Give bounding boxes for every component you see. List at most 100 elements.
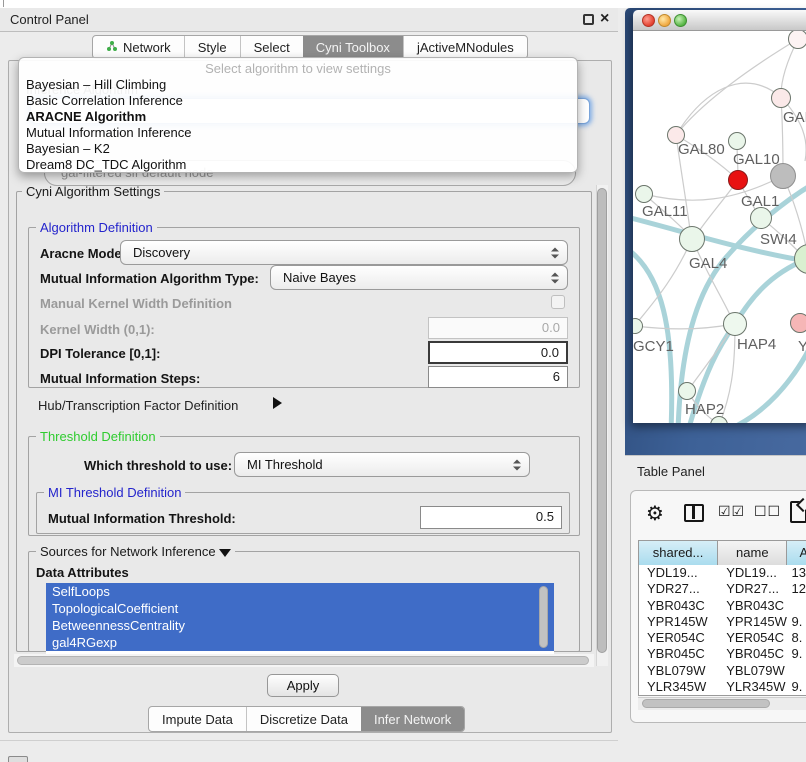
network-edge [635, 324, 733, 329]
tab-style[interactable]: Style [184, 36, 240, 58]
attribute-item[interactable]: BetweennessCentrality [46, 617, 554, 634]
network-view-window[interactable]: GALGAL80GAL10GAL1GAL11SWI4GAL4GCY1HAP4YH… [633, 10, 806, 423]
algorithm-option[interactable]: ARACNE Algorithm [19, 109, 577, 125]
close-traffic-light-icon[interactable] [642, 14, 655, 27]
network-node-gal[interactable] [771, 88, 791, 108]
attribute-item[interactable]: TopologicalCoefficient [46, 600, 554, 617]
select-all-icon[interactable]: ☑☑ [718, 504, 745, 520]
table-row[interactable]: YBL079WYBL079W [639, 663, 806, 679]
table-hscrollbar-thumb[interactable] [642, 699, 770, 708]
data-attributes-label: Data Attributes [36, 565, 129, 580]
network-edge [695, 180, 738, 237]
expand-arrow-icon[interactable] [273, 397, 282, 409]
tab-label: Discretize Data [260, 712, 348, 727]
algorithm-option[interactable]: Bayesian – Hill Climbing [19, 77, 577, 93]
mi-threshold-title: MI Threshold Definition [44, 485, 185, 500]
combo-arrows-icon [551, 272, 558, 283]
which-threshold-combo[interactable]: MI Threshold [234, 452, 530, 477]
network-node-gal10[interactable] [728, 132, 746, 150]
table-row[interactable]: YDL19...YDL19...13 [639, 565, 806, 581]
network-node-hap4[interactable] [723, 312, 747, 336]
apply-button[interactable]: Apply [267, 674, 339, 697]
document-icon[interactable] [790, 501, 806, 523]
table-cell: YBR045C [639, 646, 718, 662]
bottom-corner-button[interactable] [8, 756, 28, 762]
network-icon [106, 40, 118, 55]
node-attribute-table[interactable]: shared...nameAYDL19...YDL19...13YDR27...… [638, 540, 806, 696]
dpi-tolerance-field[interactable]: 0.0 [428, 341, 568, 364]
table-row[interactable]: YDR27...YDR27...12 [639, 581, 806, 597]
network-edge [676, 83, 781, 135]
network-node-gal1[interactable] [750, 207, 772, 229]
table-row[interactable]: YBR043CYBR043C [639, 598, 806, 614]
attribute-item[interactable]: gal4RGexp [46, 634, 554, 651]
kernel-width-label: Kernel Width (0,1): [40, 322, 155, 337]
table-row[interactable]: YIL052CYIL052C9 [639, 695, 806, 696]
tab-discretize-data[interactable]: Discretize Data [246, 707, 361, 731]
threshold-definition-title: Threshold Definition [36, 429, 160, 444]
table-header-2[interactable]: A [787, 541, 806, 565]
network-node-label: GAL1 [741, 193, 779, 210]
tab-label: Select [254, 40, 290, 55]
network-node[interactable] [770, 163, 796, 189]
aracne-mode-combo[interactable]: Discovery [120, 240, 568, 265]
table-header-1[interactable]: name [718, 541, 787, 565]
float-window-icon[interactable] [583, 14, 594, 25]
network-node-label: HAP4 [737, 336, 776, 353]
manual-kernel-label: Manual Kernel Width Definition [40, 296, 232, 311]
manual-kernel-checkbox[interactable] [551, 295, 565, 309]
network-node[interactable] [788, 31, 806, 49]
mi-type-combo[interactable]: Naive Bayes [270, 265, 568, 290]
network-node-gal11[interactable] [635, 185, 653, 203]
table-row[interactable]: YPR145WYPR145W9. [639, 614, 806, 630]
tab-select[interactable]: Select [240, 36, 303, 58]
columns-icon[interactable] [684, 504, 704, 522]
table-cell: YDR27... [718, 581, 787, 597]
network-node-y[interactable] [790, 313, 806, 333]
table-cell: YIL052C [718, 695, 787, 696]
algorithm-option[interactable]: Basic Correlation Inference [19, 93, 577, 109]
top-left-tick [3, 0, 4, 7]
bottom-divider [0, 740, 618, 741]
which-threshold-value: MI Threshold [247, 457, 323, 472]
gear-icon[interactable]: ⚙ [646, 501, 664, 525]
data-attributes-list[interactable]: SelfLoopsTopologicalCoefficientBetweenne… [46, 583, 554, 654]
tab-impute-data[interactable]: Impute Data [149, 707, 246, 731]
network-window-titlebar[interactable] [633, 10, 806, 31]
hub-definition-label[interactable]: Hub/Transcription Factor Definition [38, 398, 238, 413]
network-node[interactable] [728, 170, 748, 190]
table-cell: YBL079W [639, 663, 718, 679]
kernel-width-field[interactable]: 0.0 [428, 317, 568, 339]
table-cell: YER054C [718, 630, 787, 646]
algorithm-option[interactable]: Dream8 DC_TDC Algorithm [19, 157, 577, 173]
table-row[interactable]: YLR345WYLR345W9. [639, 679, 806, 695]
attributes-list-scrollbar[interactable] [539, 586, 548, 648]
which-threshold-label: Which threshold to use: [84, 458, 232, 473]
network-node-gal4[interactable] [679, 226, 705, 252]
table-row[interactable]: YER054CYER054C8. [639, 630, 806, 646]
tab-infer-network[interactable]: Infer Network [361, 707, 464, 731]
close-icon[interactable]: × [600, 9, 609, 29]
mi-steps-field[interactable]: 6 [428, 366, 568, 388]
deselect-all-icon[interactable]: ☐☐ [754, 504, 781, 520]
network-node-hap2[interactable] [678, 382, 696, 400]
tab-jactivemnodules[interactable]: jActiveMNodules [403, 36, 527, 58]
zoom-traffic-light-icon[interactable] [674, 14, 687, 27]
mi-threshold-field[interactable]: 0.5 [420, 506, 562, 529]
algorithm-option[interactable]: Mutual Information Inference [19, 125, 577, 141]
table-header-0[interactable]: shared... [639, 541, 718, 565]
network-edge [676, 39, 798, 135]
settings-hscrollbar-thumb[interactable] [17, 656, 589, 665]
table-cell: 8. [788, 630, 806, 646]
table-row[interactable]: YBR045CYBR045C9. [639, 646, 806, 662]
collapse-arrow-icon[interactable] [219, 549, 231, 557]
minimize-traffic-light-icon[interactable] [658, 14, 671, 27]
settings-vscrollbar-thumb[interactable] [597, 188, 607, 653]
attribute-item[interactable]: SelfLoops [46, 583, 554, 600]
network-canvas[interactable]: GALGAL80GAL10GAL1GAL11SWI4GAL4GCY1HAP4YH… [633, 31, 806, 423]
tab-cyni-toolbox[interactable]: Cyni Toolbox [303, 36, 403, 58]
control-panel-titlebar [0, 8, 618, 32]
cyni-algorithm-settings-title: Cyni Algorithm Settings [22, 184, 164, 199]
algorithm-option[interactable]: Bayesian – K2 [19, 141, 577, 157]
tab-network[interactable]: Network [93, 36, 184, 58]
